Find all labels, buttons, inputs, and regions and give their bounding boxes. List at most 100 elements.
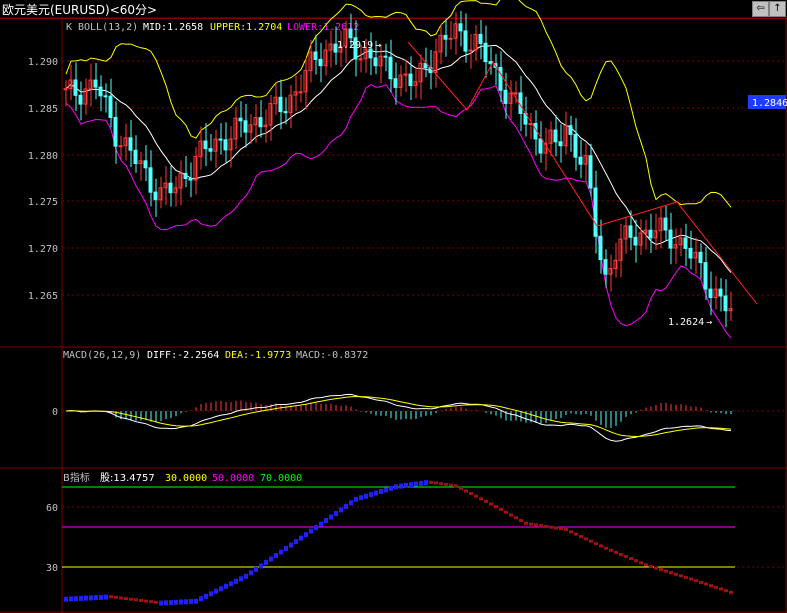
candle <box>728 291 733 321</box>
b-bar <box>399 483 403 489</box>
b-bar <box>219 586 223 592</box>
candle <box>83 78 88 115</box>
candle <box>483 25 488 78</box>
candle <box>688 230 693 270</box>
candle <box>643 219 648 250</box>
b-bar <box>434 481 438 485</box>
candle <box>568 115 573 152</box>
b-bar <box>129 597 133 601</box>
candle <box>413 66 418 99</box>
b-bar <box>329 514 333 520</box>
candle <box>698 243 703 279</box>
candle <box>323 39 328 76</box>
candle <box>418 54 423 100</box>
candle <box>268 94 273 141</box>
b-bar <box>664 569 668 573</box>
b-tick: 30 <box>46 563 58 574</box>
b-bar <box>449 483 453 487</box>
b-bar <box>154 600 158 604</box>
b-bar <box>544 524 548 528</box>
b-bar <box>409 482 413 488</box>
low-annotation: 1.2624 → <box>668 317 712 328</box>
b-bar <box>244 573 248 579</box>
b-bar <box>189 599 193 604</box>
b-bar <box>214 588 218 594</box>
b-bar <box>394 484 398 490</box>
b-bar <box>674 572 678 576</box>
candle <box>248 114 253 144</box>
candle <box>113 101 118 164</box>
b-bar <box>79 595 83 601</box>
candle <box>78 81 83 121</box>
b-bar <box>369 492 373 498</box>
b-bar <box>379 489 383 494</box>
b-bar <box>499 507 503 511</box>
legend-mid: MID:1.2658 <box>143 22 203 33</box>
b-bar <box>124 597 128 601</box>
b-bar <box>429 480 433 484</box>
b-indicator <box>64 480 733 606</box>
candle <box>488 47 493 75</box>
b-bar <box>289 542 293 548</box>
candle <box>553 115 558 157</box>
b-bar <box>599 544 603 548</box>
b-bar <box>139 599 143 602</box>
b-bar <box>134 598 138 602</box>
candle <box>303 58 308 110</box>
b-bar <box>679 574 683 578</box>
candle <box>618 223 623 278</box>
candle <box>678 228 683 257</box>
candle <box>693 237 698 274</box>
candle <box>543 127 548 171</box>
b-l30: 30.0000 <box>165 473 207 484</box>
b-bar <box>639 561 643 565</box>
chart-canvas[interactable]: 1.290 1.285 1.280 1.275 1.270 1.265 0 60… <box>0 0 787 613</box>
candle <box>73 62 78 111</box>
b-bar <box>104 594 108 600</box>
candle <box>103 83 108 113</box>
b-bar <box>714 585 718 589</box>
b-bar <box>609 548 613 552</box>
macd-tick: 0 <box>52 407 58 418</box>
candle <box>573 118 578 171</box>
candle <box>158 176 163 209</box>
candle <box>598 219 603 274</box>
b-bar <box>119 596 123 600</box>
b-bar <box>614 550 618 554</box>
b-bar <box>644 563 648 567</box>
b-bar <box>269 556 273 562</box>
price-tick: 1.290 <box>28 57 58 68</box>
b-bar <box>299 535 303 541</box>
candle <box>528 112 533 140</box>
candle <box>263 109 268 143</box>
b-bar <box>414 481 418 487</box>
candle <box>613 242 618 278</box>
candle <box>173 176 178 207</box>
b-bar <box>64 596 68 602</box>
candle <box>153 178 158 217</box>
candle <box>388 39 393 93</box>
candle <box>68 64 73 101</box>
b-bar <box>729 590 733 594</box>
price-legend: K BOLL(13,2) MID:1.2658 UPPER:1.2704 LOW… <box>66 22 359 33</box>
b-bar <box>84 595 88 601</box>
candle <box>713 275 718 310</box>
b-bar <box>719 587 723 591</box>
b-bar <box>404 482 408 488</box>
b-bar <box>324 518 328 523</box>
b-bar <box>534 523 538 527</box>
b-bar <box>459 486 463 490</box>
candle <box>93 62 98 100</box>
b-bar <box>474 494 478 498</box>
candle <box>398 65 403 97</box>
candle <box>663 205 668 241</box>
macd-diff: DIFF:-2.2564 <box>147 350 219 361</box>
b-bar <box>479 497 483 501</box>
macd-histogram <box>65 393 732 442</box>
b-bar <box>229 581 233 587</box>
candle <box>98 75 103 112</box>
candle <box>453 12 458 55</box>
candle <box>208 134 213 161</box>
candle <box>493 54 498 86</box>
b-bar <box>549 525 553 529</box>
